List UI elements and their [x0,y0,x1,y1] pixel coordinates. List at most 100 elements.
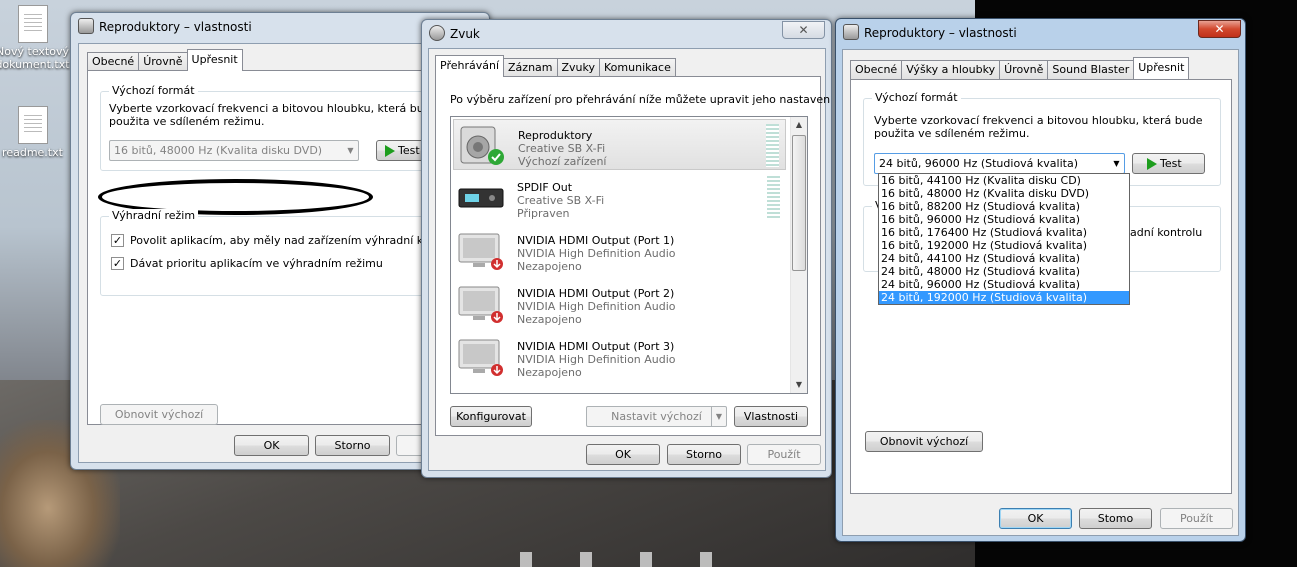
format-select[interactable]: 24 bitů, 96000 Hz (Studiová kvalita) ▼ [874,153,1125,174]
tab-sounds[interactable]: Zvuky [556,58,601,77]
group-label: Výchozí formát [109,84,198,97]
format-option[interactable]: 24 bitů, 44100 Hz (Studiová kvalita) [879,252,1129,265]
list-item[interactable]: NVIDIA HDMI Output (Port 3) NVIDIA High … [453,331,786,382]
tab-levels[interactable]: Úrovně [138,52,188,71]
ok-button[interactable]: OK [586,444,660,465]
device-name: SPDIF Out [517,181,573,194]
titlebar[interactable]: Zvuk ✕ [422,20,831,48]
vertical-scrollbar[interactable]: ▲ ▼ [790,117,807,393]
test-button[interactable]: Test [1132,153,1205,174]
ok-button[interactable]: OK [999,508,1072,529]
sound-icon [429,25,445,41]
speaker-icon [843,24,859,40]
checkmark-icon: ✓ [111,234,124,247]
tab-communication[interactable]: Komunikace [599,58,676,77]
format-option[interactable]: 16 bitů, 176400 Hz (Studiová kvalita) [879,226,1129,239]
cancel-button[interactable]: Storno [667,444,741,465]
format-description: Vyberte vzorkovací frekvenci a bitovou h… [874,114,1203,127]
titlebar[interactable]: Reproduktory – vlastnosti ✕ [836,19,1245,47]
format-select[interactable]: 16 bitů, 48000 Hz (Kvalita disku DVD) ▼ [109,140,359,161]
play-icon [385,145,395,157]
tab-strip: Přehrávání Záznam Zvuky Komunikace [435,55,676,77]
format-description-2: použita ve sdíleném režimu. [109,115,265,128]
tab-sound-blaster[interactable]: Sound Blaster [1047,60,1135,79]
format-option[interactable]: 16 bitů, 192000 Hz (Studiová kvalita) [879,239,1129,252]
chevron-down-icon: ▼ [1113,159,1120,168]
set-default-split-button[interactable]: Nastavit výchozí ▼ [586,406,727,427]
volume-meter [766,124,779,167]
format-option[interactable]: 16 bitů, 88200 Hz (Studiová kvalita) [879,200,1129,213]
device-status: Připraven [517,207,570,220]
scroll-thumb[interactable] [792,135,806,271]
tab-strip: Obecné Výšky a hloubky Úrovně Sound Blas… [850,57,1190,79]
desktop-icon-new-text-document[interactable]: Nový textový dokument.txt [0,5,70,71]
tab-general[interactable]: Obecné [850,60,903,79]
tab-playback[interactable]: Přehrávání [435,55,505,77]
group-label: Výchozí formát [872,91,961,104]
exclusive-priority-checkbox[interactable]: ✓ Dávat prioritu aplikacím ve výhradním r… [111,257,383,270]
tab-page: Výchozí formát Vyberte vzorkovací frekve… [850,79,1232,494]
device-status: Nezapojeno [517,313,582,326]
instruction-text: Po výběru zařízení pro přehrávání níže m… [450,93,832,106]
format-option-highlighted[interactable]: 24 bitů, 192000 Hz (Studiová kvalita) [879,291,1129,304]
desktop-icon-readme[interactable]: readme.txt [0,106,70,159]
configure-button[interactable]: Konfigurovat [450,406,532,427]
tab-treble-bass[interactable]: Výšky a hloubky [901,60,1001,79]
sound-window[interactable]: Zvuk ✕ Přehrávání Záznam Zvuky Komunikac… [421,19,832,478]
properties-button[interactable]: Vlastnosti [734,406,808,427]
scroll-down-icon[interactable]: ▼ [791,377,807,393]
format-option[interactable]: 24 bitů, 96000 Hz (Studiová kvalita) [879,278,1129,291]
list-item[interactable]: SPDIF Out Creative SB X-Fi Připraven [453,172,786,223]
device-driver: NVIDIA High Definition Audio [517,247,676,260]
restore-defaults-button[interactable]: Obnovit výchozí [100,404,218,425]
client-area: Obecné Výšky a hloubky Úrovně Sound Blas… [842,49,1239,536]
close-button[interactable]: ✕ [782,21,825,39]
device-driver: NVIDIA High Definition Audio [517,353,676,366]
list-item[interactable]: Reproduktory Creative SB X-Fi Výchozí za… [453,119,786,170]
volume-meter [767,176,780,219]
ok-button[interactable]: OK [234,435,309,456]
window-title: Reproduktory – vlastnosti [99,20,252,34]
play-icon [1147,158,1157,170]
restore-defaults-button[interactable]: Obnovit výchozí [865,431,983,452]
list-item[interactable]: NVIDIA HDMI Output (Port 1) NVIDIA High … [453,225,786,276]
digital-output-icon [458,188,504,208]
tab-page: Po výběru zařízení pro přehrávání níže m… [435,76,831,436]
cancel-button[interactable]: Storno [315,435,390,456]
cancel-button[interactable]: Stomo [1079,508,1152,529]
format-description-2: použita ve sdíleném režimu. [874,127,1030,140]
format-option[interactable]: 16 bitů, 48000 Hz (Kvalita disku DVD) [879,187,1129,200]
device-name: NVIDIA HDMI Output (Port 1) [517,234,675,247]
client-area: Přehrávání Záznam Zvuky Komunikace Po vý… [428,48,831,471]
tab-page: Výchozí formát Vyberte vzorkovací frekve… [87,70,480,425]
format-option[interactable]: 16 bitů, 44100 Hz (Kvalita disku CD) [879,174,1129,187]
format-description: Vyberte vzorkovací frekvenci a bitovou h… [109,102,438,115]
device-name: NVIDIA HDMI Output (Port 2) [517,287,675,300]
device-status: Výchozí zařízení [518,155,607,168]
tab-recording[interactable]: Záznam [503,58,558,77]
tab-advanced[interactable]: Upřesnit [1133,57,1190,79]
speaker-icon [460,126,504,165]
right-speaker-properties-window[interactable]: Reproduktory – vlastnosti ✕ Obecné Výšky… [835,18,1246,542]
format-option[interactable]: 24 bitů, 48000 Hz (Studiová kvalita) [879,265,1129,278]
monitor-unplugged-icon [458,233,503,270]
tab-advanced[interactable]: Upřesnit [186,49,243,71]
text-file-icon [17,5,48,43]
format-option[interactable]: 16 bitů, 96000 Hz (Studiová kvalita) [879,213,1129,226]
apply-button[interactable]: Použít [1160,508,1233,529]
monitor-unplugged-icon [458,339,503,376]
allow-exclusive-checkbox[interactable]: ✓ Povolit aplikacím, aby měly nad zařízen… [111,234,452,247]
device-status: Nezapojeno [517,366,582,379]
scroll-up-icon[interactable]: ▲ [791,117,807,133]
wallpaper-letters [520,552,750,567]
tab-general[interactable]: Obecné [87,52,140,71]
tab-levels[interactable]: Úrovně [999,60,1049,79]
list-item[interactable]: NVIDIA HDMI Output (Port 2) NVIDIA High … [453,278,786,329]
device-name: Reproduktory [518,129,593,142]
chevron-down-icon[interactable]: ▼ [711,407,726,426]
format-dropdown-list[interactable]: 16 bitů, 44100 Hz (Kvalita disku CD) 16 … [878,173,1130,305]
apply-button[interactable]: Použít [747,444,821,465]
window-title: Zvuk [450,27,480,41]
playback-device-list[interactable]: Reproduktory Creative SB X-Fi Výchozí za… [450,116,808,394]
close-button[interactable]: ✕ [1198,20,1241,38]
